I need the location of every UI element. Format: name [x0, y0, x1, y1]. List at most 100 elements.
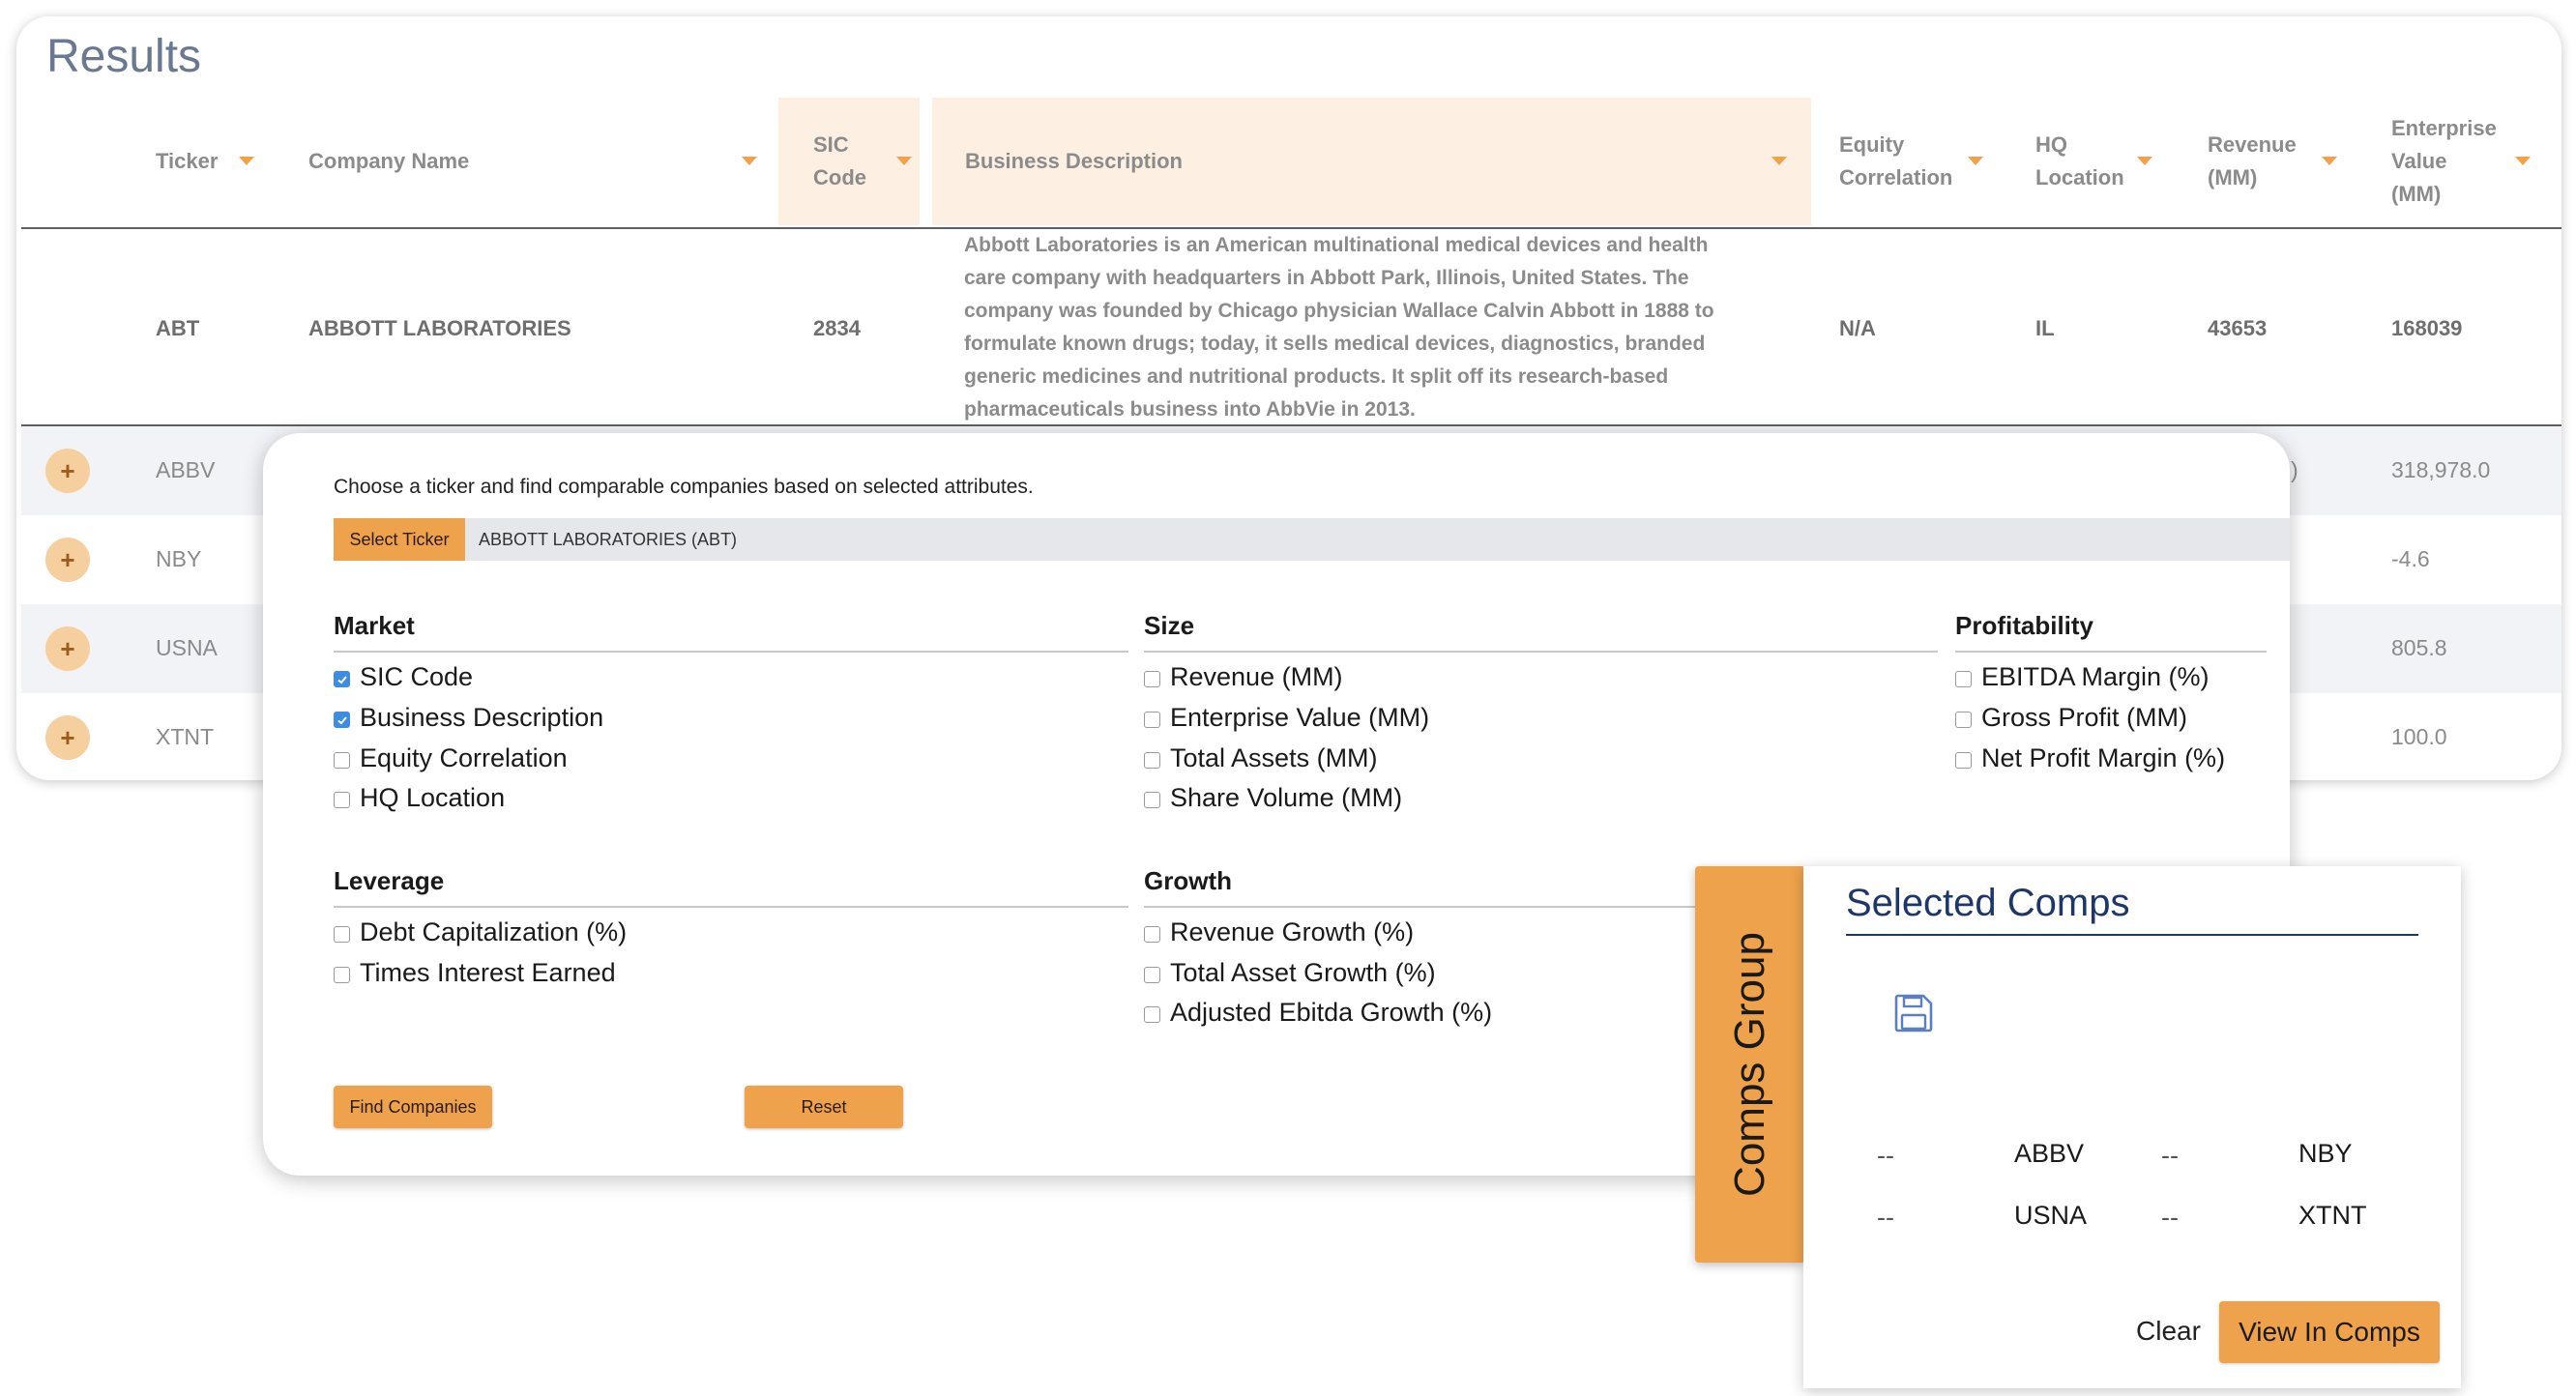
target-hq: IL	[2035, 316, 2055, 340]
comps-group-label: Comps Group	[1726, 932, 1773, 1197]
comp-dash: --	[1877, 1203, 1894, 1232]
option-times-interest-earned[interactable]: Times Interest Earned	[334, 958, 616, 988]
row-enterprise-value: 100.0	[2391, 724, 2447, 749]
checkbox-icon[interactable]	[1955, 752, 1972, 769]
row-ticker: USNA	[156, 635, 218, 660]
checkbox-icon[interactable]	[334, 926, 350, 943]
col-company-header[interactable]: Company Name	[308, 98, 469, 225]
group-size-title: Size	[1144, 611, 1195, 640]
option-sic-code[interactable]: SIC Code	[334, 662, 473, 692]
option-enterprise-value[interactable]: Enterprise Value (MM)	[1144, 703, 1429, 733]
col-equity-header[interactable]: Equity Correlation	[1839, 98, 1952, 225]
option-share-volume[interactable]: Share Volume (MM)	[1144, 783, 1402, 813]
checkbox-checked-icon[interactable]	[334, 712, 350, 728]
comp-item[interactable]: NBY	[2298, 1139, 2353, 1169]
add-row-button[interactable]: +	[45, 449, 90, 493]
option-revenue-growth[interactable]: Revenue Growth (%)	[1144, 917, 1414, 947]
target-ticker: ABT	[156, 316, 200, 340]
results-title: Results	[46, 31, 202, 82]
sort-hq-icon[interactable]	[2137, 157, 2152, 165]
checkbox-icon[interactable]	[1144, 792, 1160, 808]
row-ticker: ABBV	[156, 457, 216, 482]
checkbox-icon[interactable]	[1955, 712, 1972, 728]
comps-group-tab[interactable]: Comps Group	[1695, 866, 1805, 1263]
checkbox-icon[interactable]	[334, 967, 350, 983]
selected-ticker-value[interactable]: ABBOTT LABORATORIES (ABT)	[479, 530, 737, 550]
row-enterprise-value: -4.6	[2391, 546, 2430, 571]
select-ticker-button[interactable]: Select Ticker	[334, 518, 465, 561]
checkbox-checked-icon[interactable]	[334, 671, 350, 687]
group-profitability-title: Profitability	[1955, 611, 2094, 640]
col-description-header[interactable]: Business Description	[965, 98, 1183, 225]
save-icon[interactable]	[1892, 992, 1935, 1034]
option-equity-correlation[interactable]: Equity Correlation	[334, 743, 568, 773]
finder-intro-text: Choose a ticker and find comparable comp…	[334, 476, 1034, 498]
reset-button[interactable]: Reset	[745, 1086, 903, 1128]
view-in-comps-button[interactable]: View In Comps	[2219, 1301, 2440, 1363]
option-business-description[interactable]: Business Description	[334, 703, 603, 733]
find-companies-button[interactable]: Find Companies	[334, 1086, 492, 1128]
target-company: ABBOTT LABORATORIES	[308, 316, 571, 340]
checkbox-icon[interactable]	[1144, 752, 1160, 769]
sort-ticker-icon[interactable]	[239, 157, 254, 165]
checkbox-icon[interactable]	[1144, 671, 1160, 687]
target-equity-correlation: N/A	[1839, 316, 1876, 340]
add-row-button[interactable]: +	[45, 626, 90, 671]
col-sic-header[interactable]: SIC Code	[813, 98, 866, 225]
sort-revenue-icon[interactable]	[2322, 157, 2337, 165]
sort-sic-icon[interactable]	[896, 157, 912, 165]
add-row-button[interactable]: +	[45, 715, 90, 760]
option-net-profit-margin[interactable]: Net Profit Margin (%)	[1955, 743, 2225, 773]
option-revenue[interactable]: Revenue (MM)	[1144, 662, 1343, 692]
comp-item[interactable]: XTNT	[2298, 1201, 2367, 1231]
checkbox-icon[interactable]	[334, 752, 350, 769]
col-ticker-header[interactable]: Ticker	[156, 98, 218, 225]
selected-comps-title: Selected Comps	[1846, 882, 2130, 924]
row-partial-value: )	[2291, 457, 2298, 482]
row-enterprise-value: 318,978.0	[2391, 457, 2491, 482]
group-leverage-rule	[334, 906, 1128, 908]
group-market-title: Market	[334, 611, 415, 640]
comp-dash: --	[2161, 1141, 2179, 1170]
col-hq-header[interactable]: HQ Location	[2035, 98, 2124, 225]
row-ticker: NBY	[156, 546, 202, 571]
comp-item[interactable]: USNA	[2014, 1201, 2087, 1231]
checkbox-icon[interactable]	[1955, 671, 1972, 687]
target-description: Abbott Laboratories is an American multi…	[964, 234, 1714, 421]
option-debt-capitalization[interactable]: Debt Capitalization (%)	[334, 917, 627, 947]
checkbox-icon[interactable]	[334, 792, 350, 808]
option-gross-profit[interactable]: Gross Profit (MM)	[1955, 703, 2187, 733]
checkbox-icon[interactable]	[1144, 926, 1160, 943]
target-sic: 2834	[813, 316, 861, 340]
clear-button[interactable]: Clear	[2136, 1316, 2201, 1347]
comp-dash: --	[1877, 1141, 1894, 1170]
ticker-selector[interactable]: Select Ticker ABBOTT LABORATORIES (ABT)	[334, 518, 2290, 561]
sort-equity-icon[interactable]	[1968, 157, 1983, 165]
option-total-assets[interactable]: Total Assets (MM)	[1144, 743, 1378, 773]
option-adjusted-ebitda-growth[interactable]: Adjusted Ebitda Growth (%)	[1144, 998, 1492, 1028]
comp-item[interactable]: ABBV	[2014, 1139, 2084, 1169]
option-ebitda-margin[interactable]: EBITDA Margin (%)	[1955, 662, 2210, 692]
sort-ev-icon[interactable]	[2515, 157, 2531, 165]
comp-dash: --	[2161, 1203, 2179, 1232]
row-enterprise-value: 805.8	[2391, 635, 2447, 660]
add-row-button[interactable]: +	[45, 538, 90, 582]
group-market-rule	[334, 651, 1128, 653]
sort-description-icon[interactable]	[1771, 157, 1787, 165]
checkbox-icon[interactable]	[1144, 967, 1160, 983]
option-hq-location[interactable]: HQ Location	[334, 783, 505, 813]
group-growth-rule	[1144, 906, 1695, 908]
option-total-asset-growth[interactable]: Total Asset Growth (%)	[1144, 958, 1436, 988]
group-leverage-title: Leverage	[334, 866, 445, 895]
col-ev-header[interactable]: Enterprise Value (MM)	[2391, 98, 2497, 225]
sort-company-icon[interactable]	[742, 157, 757, 165]
target-revenue: 43653	[2208, 316, 2268, 340]
selected-comps-rule	[1846, 934, 2418, 936]
row-ticker: XTNT	[156, 724, 215, 749]
checkbox-icon[interactable]	[1144, 712, 1160, 728]
target-enterprise-value: 168039	[2391, 316, 2463, 340]
checkbox-icon[interactable]	[1144, 1006, 1160, 1023]
group-profitability-rule	[1955, 651, 2267, 653]
col-revenue-header[interactable]: Revenue (MM)	[2208, 98, 2297, 225]
selected-comps-panel: Selected Comps -- ABBV -- NBY -- USNA --…	[1803, 866, 2461, 1388]
